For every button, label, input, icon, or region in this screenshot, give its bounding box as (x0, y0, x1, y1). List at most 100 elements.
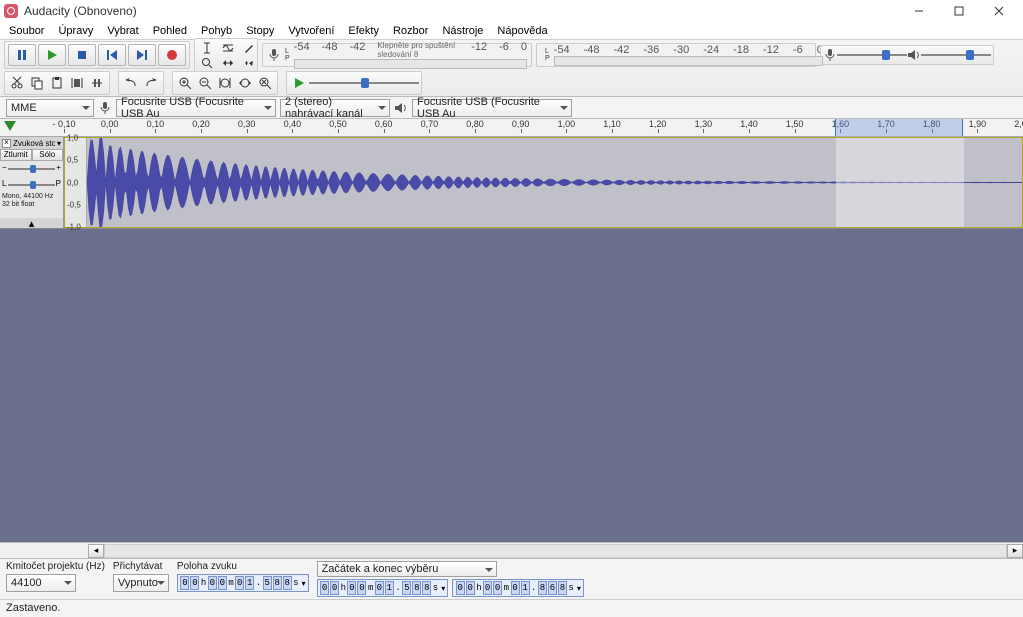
menu-tracks[interactable]: Stopy (239, 25, 281, 37)
ruler-tick: 2,00 (1003, 119, 1023, 129)
pan-slider[interactable]: L P (2, 179, 61, 191)
menu-effect[interactable]: Efekty (341, 25, 386, 37)
time-format-menu[interactable]: ▾ (300, 579, 306, 588)
play-button[interactable] (38, 44, 66, 66)
timeline-ruler[interactable]: - 0,100,000,100,200,300,400,500,600,700,… (0, 119, 1023, 137)
recording-channels-select[interactable]: 2 (stereo) nahrávací kanál (280, 99, 390, 117)
status-text: Zastaveno. (6, 602, 60, 614)
window-titlebar: Audacity (Obnoveno) (0, 0, 1023, 22)
horizontal-scrollbar[interactable]: ◂ ▸ (0, 542, 1023, 558)
speaker-icon (907, 48, 921, 62)
selection-toolbar: Kmitočet projektu (Hz) 44100 Přichytávat… (0, 558, 1023, 599)
recording-device-select[interactable]: Focusrite USB (Focusrite USB Au (116, 99, 276, 117)
zoom-tool[interactable] (197, 54, 217, 72)
audio-position-field[interactable]: 00 h 00 m 01.588 s▾ (177, 574, 309, 592)
menu-file[interactable]: Soubor (2, 25, 51, 37)
track-name[interactable]: Zvuková sto (13, 139, 55, 148)
vertical-scale[interactable]: 1,00,50,0-0,5-1,0 (65, 138, 87, 227)
recording-meter[interactable]: L P -54 -48 -42 Klepněte pro spuštění sl… (262, 43, 532, 67)
zoom-toggle-button[interactable] (255, 74, 275, 92)
playback-speed-slider[interactable] (309, 76, 419, 90)
microphone-icon (267, 48, 281, 62)
app-icon (4, 4, 18, 18)
pause-button[interactable] (8, 44, 36, 66)
menu-edit[interactable]: Úpravy (51, 25, 100, 37)
device-toolbar: MME Focusrite USB (Focusrite USB Au 2 (s… (0, 97, 1023, 119)
ruler-tick: 0,90 (501, 119, 541, 129)
trim-button[interactable] (67, 74, 87, 92)
play-at-speed-button[interactable] (289, 74, 309, 92)
ruler-tick: 1,40 (729, 119, 769, 129)
menu-view[interactable]: Pohled (146, 25, 194, 37)
silence-button[interactable] (87, 74, 107, 92)
project-rate-select[interactable]: 44100 (6, 574, 76, 592)
playback-meter[interactable]: L P -54 -48 -42 -36 -30 -24 -18 -12 -6 0 (536, 43, 816, 67)
waveform-display[interactable]: 1,00,50,0-0,5-1,0 (64, 137, 1023, 228)
close-button[interactable] (979, 0, 1019, 22)
zoom-toolbar (172, 71, 278, 95)
track-collapse-button[interactable]: ▴ (0, 218, 63, 228)
mute-button[interactable]: Ztlumit (0, 149, 32, 161)
playback-device-select[interactable]: Focusrite USB (Focusrite USB Au (412, 99, 572, 117)
time-format-menu[interactable]: ▾ (439, 584, 445, 593)
undo-toolbar (118, 71, 164, 95)
play-at-speed-toolbar (286, 71, 422, 95)
scroll-left-button[interactable]: ◂ (88, 544, 104, 558)
multi-tool[interactable] (239, 54, 259, 72)
recording-volume-slider[interactable] (837, 48, 907, 62)
menu-tools[interactable]: Nástroje (435, 25, 490, 37)
copy-button[interactable] (27, 74, 47, 92)
track-control-panel[interactable]: × Zvuková sto ▾ Ztlumit Sólo − + L P Mon… (0, 137, 64, 228)
ruler-tick: 0,80 (455, 119, 495, 129)
record-button[interactable] (158, 44, 186, 66)
tracks-empty-area[interactable] (0, 229, 1023, 542)
toolbar-area: L P -54 -48 -42 Klepněte pro spuštění sl… (0, 40, 1023, 97)
time-format-menu[interactable]: ▾ (575, 584, 581, 593)
status-bar: Zastaveno. (0, 599, 1023, 617)
audio-host-select[interactable]: MME (6, 99, 94, 117)
selection-start-field[interactable]: 00 h 00 m 01.588 s▾ (317, 579, 449, 597)
ruler-tick: 1,00 (546, 119, 586, 129)
ruler-tick: 0,10 (135, 119, 175, 129)
skip-end-button[interactable] (128, 44, 156, 66)
window-title: Audacity (Obnoveno) (24, 4, 899, 18)
ruler-selection (835, 119, 963, 136)
fit-selection-button[interactable] (215, 74, 235, 92)
gain-slider[interactable]: − + (2, 163, 61, 175)
tools-toolbar (194, 38, 258, 73)
fit-project-button[interactable] (235, 74, 255, 92)
track-menu-button[interactable]: ▾ (57, 139, 61, 148)
ruler-tick: 0,50 (318, 119, 358, 129)
menu-generate[interactable]: Vytvoření (281, 25, 341, 37)
solo-button[interactable]: Sólo (32, 149, 64, 161)
paste-button[interactable] (47, 74, 67, 92)
timeshift-tool[interactable] (218, 54, 238, 72)
minimize-button[interactable] (899, 0, 939, 22)
audio-position-label: Poloha zvuku (177, 561, 309, 572)
track-format-label: Mono, 44100 Hz (0, 193, 63, 201)
cut-button[interactable] (7, 74, 27, 92)
maximize-button[interactable] (939, 0, 979, 22)
skip-start-button[interactable] (98, 44, 126, 66)
playhead-pin-icon[interactable] (4, 121, 16, 131)
selection-end-field[interactable]: 00 h 00 m 01.868 s▾ (452, 579, 584, 597)
ruler-tick: 0,70 (409, 119, 449, 129)
menu-transport[interactable]: Pohyb (194, 25, 239, 37)
stop-button[interactable] (68, 44, 96, 66)
playback-volume-slider[interactable] (921, 48, 991, 62)
menu-select[interactable]: Vybrat (100, 25, 145, 37)
snap-select[interactable]: Vypnuto (113, 574, 169, 592)
track-close-button[interactable]: × (2, 139, 11, 148)
zoom-in-button[interactable] (175, 74, 195, 92)
menu-analyze[interactable]: Rozbor (386, 25, 435, 37)
scroll-right-button[interactable]: ▸ (1007, 544, 1023, 558)
redo-button[interactable] (141, 74, 161, 92)
zoom-out-button[interactable] (195, 74, 215, 92)
selection-mode-select[interactable]: Začátek a konec výběru (317, 561, 497, 577)
transport-toolbar (4, 41, 190, 69)
ruler-tick: 0,30 (227, 119, 267, 129)
speaker-icon (394, 101, 408, 115)
menu-help[interactable]: Nápověda (490, 25, 554, 37)
track-bit-label: 32 bit float (0, 201, 63, 209)
undo-button[interactable] (121, 74, 141, 92)
